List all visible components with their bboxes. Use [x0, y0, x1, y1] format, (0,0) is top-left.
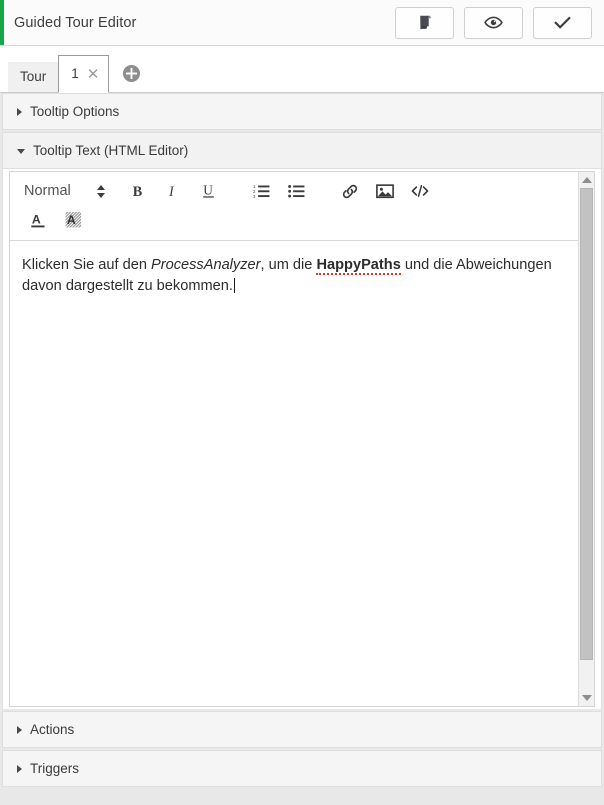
- scroll-down-icon[interactable]: [579, 690, 594, 706]
- section-title: Triggers: [30, 761, 80, 776]
- bold-button[interactable]: B: [125, 178, 153, 204]
- code-button[interactable]: [406, 178, 434, 204]
- scroll-up-icon[interactable]: [579, 172, 594, 188]
- page-title: Guided Tour Editor: [14, 14, 137, 31]
- svg-text:A: A: [66, 213, 75, 227]
- ordered-list-button[interactable]: 1 2 3: [248, 178, 276, 204]
- italic-button[interactable]: I: [160, 178, 188, 204]
- editor-text-segment-1: Klicken Sie auf den: [22, 257, 151, 273]
- text-caret: [233, 278, 235, 294]
- sections-container: Tooltip Options Tooltip Text (HTML Edito…: [0, 93, 604, 805]
- background-color-button[interactable]: A: [59, 207, 87, 233]
- underline-button[interactable]: U: [195, 178, 223, 204]
- section-tooltip-text: Tooltip Text (HTML Editor) Normal B I U …: [2, 132, 602, 709]
- chevron-right-icon: [17, 764, 22, 773]
- accent-bar: [0, 0, 4, 45]
- svg-text:B: B: [133, 184, 143, 199]
- html-editor: Normal B I U 1 2 3 A A Klicken Sie auf d…: [3, 168, 601, 709]
- chevron-right-icon: [17, 107, 22, 116]
- add-tab-icon[interactable]: [122, 64, 141, 83]
- tab-close-icon[interactable]: ✕: [87, 67, 100, 82]
- svg-text:3: 3: [253, 194, 256, 199]
- section-triggers: Triggers: [2, 750, 602, 787]
- editor-content-area[interactable]: Klicken Sie auf den ProcessAnalyzer, um …: [10, 241, 578, 706]
- tab-tour-1[interactable]: 1 ✕: [58, 55, 110, 93]
- editor-toolbar-row-2: A A: [18, 207, 570, 233]
- bottom-filler: [0, 793, 604, 805]
- bullet-list-button[interactable]: [283, 178, 311, 204]
- script-icon: [416, 14, 433, 31]
- section-tooltip-options: Tooltip Options: [2, 93, 602, 130]
- tab-label: 1: [71, 66, 79, 82]
- editor-text-bold-misspelled: HappyPaths: [316, 257, 401, 275]
- apply-button[interactable]: [533, 6, 592, 39]
- svg-text:A: A: [31, 212, 40, 226]
- format-picker[interactable]: Normal: [18, 181, 109, 201]
- check-icon: [553, 13, 572, 32]
- image-button[interactable]: [371, 178, 399, 204]
- editor-scrollbar[interactable]: [578, 171, 595, 707]
- section-header-tooltip-text[interactable]: Tooltip Text (HTML Editor): [3, 133, 601, 168]
- svg-text:U: U: [203, 183, 213, 198]
- script-button[interactable]: [395, 6, 454, 39]
- editor-text-segment-2: , um die: [260, 257, 317, 273]
- section-title: Tooltip Options: [30, 104, 120, 119]
- eye-icon: [484, 13, 503, 32]
- editor-paragraph: Klicken Sie auf den ProcessAnalyzer, um …: [22, 255, 564, 298]
- chevron-updown-icon: [96, 184, 105, 198]
- scrollbar-track[interactable]: [579, 188, 594, 690]
- titlebar-actions: [395, 6, 604, 39]
- section-header-actions[interactable]: Actions: [3, 712, 601, 747]
- section-header-tooltip-options[interactable]: Tooltip Options: [3, 94, 601, 129]
- section-title: Actions: [30, 722, 75, 737]
- text-color-button[interactable]: A: [24, 207, 52, 233]
- svg-text:I: I: [168, 184, 175, 199]
- preview-button[interactable]: [464, 6, 523, 39]
- section-actions: Actions: [2, 711, 602, 748]
- tab-group-label: Tour: [8, 62, 59, 92]
- title-bar: Guided Tour Editor: [0, 0, 604, 46]
- editor-text-italic: ProcessAnalyzer: [151, 257, 261, 273]
- editor-column: Normal B I U 1 2 3 A A Klicken Sie auf d…: [9, 171, 578, 707]
- format-picker-value: Normal: [24, 183, 71, 199]
- section-title: Tooltip Text (HTML Editor): [33, 143, 189, 158]
- chevron-right-icon: [17, 725, 22, 734]
- tab-strip: Tour 1 ✕: [0, 46, 604, 93]
- chevron-down-icon: [17, 149, 25, 154]
- scrollbar-thumb[interactable]: [580, 188, 593, 660]
- editor-toolbar: Normal B I U 1 2 3 A A: [10, 172, 578, 241]
- section-header-triggers[interactable]: Triggers: [3, 751, 601, 786]
- link-button[interactable]: [336, 178, 364, 204]
- guided-tour-editor-window: Guided Tour Editor Tour 1 ✕ Tooltip Opti…: [0, 0, 604, 805]
